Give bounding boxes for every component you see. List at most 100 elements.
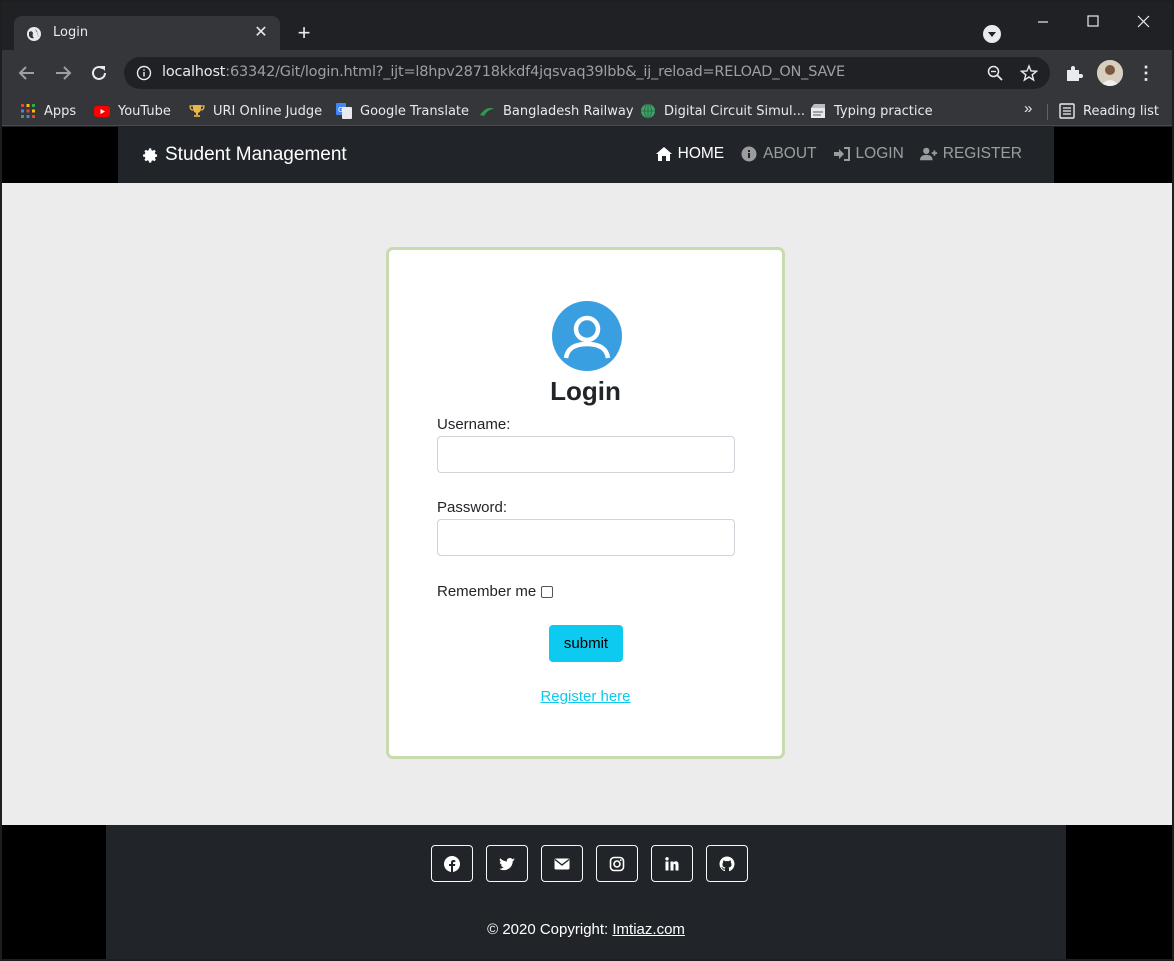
instagram-icon: [609, 856, 625, 871]
linkedin-icon: [665, 856, 679, 870]
submit-button[interactable]: submit: [549, 625, 623, 662]
linkedin-button[interactable]: [651, 845, 693, 882]
password-field[interactable]: [437, 519, 735, 556]
login-card: Login Username: Password: Remember me su…: [386, 247, 785, 759]
facebook-button[interactable]: [431, 845, 473, 882]
puzzle-icon[interactable]: [1064, 63, 1084, 83]
nav-about[interactable]: ABOUT: [740, 145, 817, 163]
bookmark-label: Bangladesh Railway: [503, 103, 634, 119]
address-bar[interactable]: localhost:63342/Git/login.html?_ijt=l8hp…: [124, 57, 1050, 89]
nav-about-label: ABOUT: [763, 145, 817, 162]
reading-list-icon: [1059, 103, 1075, 119]
url-path: :63342/Git/login.html?_ijt=l8hpv28718kkd…: [225, 64, 845, 80]
forward-arrow-icon[interactable]: [52, 62, 74, 84]
back-arrow-icon[interactable]: [16, 62, 38, 84]
close-icon[interactable]: ✕: [252, 24, 270, 42]
username-label: Username:: [437, 416, 511, 433]
typing-icon: [811, 104, 825, 118]
info-icon[interactable]: [136, 65, 152, 81]
nav-home[interactable]: HOME: [655, 145, 725, 163]
page-viewport: Student Management HOME ABOUT LOGIN REGI…: [2, 127, 1172, 959]
navbar: Student Management HOME ABOUT LOGIN REGI…: [118, 127, 1054, 183]
nav-register-label: REGISTER: [942, 145, 1022, 162]
twitter-button[interactable]: [486, 845, 528, 882]
twitter-icon: [499, 857, 515, 870]
nav-login-label: LOGIN: [855, 145, 904, 162]
nav-register[interactable]: REGISTER: [919, 145, 1022, 163]
zoom-icon[interactable]: [986, 64, 1004, 82]
brand-label: Student Management: [165, 144, 347, 165]
gear-icon: [143, 147, 158, 163]
tab-title: Login: [53, 25, 89, 40]
nav-home-label: HOME: [677, 145, 725, 162]
remember-me: Remember me: [437, 583, 554, 600]
page-title: Login: [550, 376, 621, 406]
browser-toolbar: localhost:63342/Git/login.html?_ijt=l8hp…: [2, 50, 1172, 96]
reload-icon[interactable]: [88, 62, 110, 84]
globe-icon: [641, 103, 655, 119]
password-label: Password:: [437, 499, 508, 516]
youtube-icon: [94, 106, 110, 117]
bookmark-label: Google Translate: [360, 103, 470, 119]
copyright-link[interactable]: Imtiaz.com: [612, 921, 685, 938]
bookmark-label: Digital Circuit Simul...: [664, 103, 806, 119]
avatar[interactable]: [1097, 60, 1123, 86]
bookmark-google-translate[interactable]: G Google Translate: [336, 100, 469, 122]
maximize-icon[interactable]: [1084, 12, 1104, 32]
nav-links: HOME ABOUT LOGIN REGISTER: [655, 145, 1022, 163]
minimize-icon[interactable]: [1034, 12, 1054, 32]
bookmark-label: Typing practice: [834, 103, 933, 119]
instagram-button[interactable]: [596, 845, 638, 882]
new-tab-button[interactable]: +: [292, 22, 316, 46]
footer: © 2020 Copyright: Imtiaz.com: [106, 825, 1066, 959]
email-button[interactable]: [541, 845, 583, 882]
social-links: [431, 845, 748, 882]
user-plus-icon: [919, 147, 937, 161]
bookmark-digital-circuit[interactable]: Digital Circuit Simul...: [640, 100, 805, 122]
url-text: localhost:63342/Git/login.html?_ijt=l8hp…: [162, 64, 845, 80]
navbar-wrapper: Student Management HOME ABOUT LOGIN REGI…: [2, 127, 1172, 183]
bookmark-bangladesh-railway[interactable]: Bangladesh Railway: [479, 100, 634, 122]
info-icon: [741, 146, 757, 162]
copyright-text: © 2020 Copyright:: [487, 921, 613, 938]
footer-wrapper: © 2020 Copyright: Imtiaz.com: [2, 825, 1172, 959]
reading-list-button[interactable]: Reading list: [1059, 100, 1159, 122]
home-icon: [655, 147, 672, 161]
reading-list-label: Reading list: [1083, 103, 1159, 119]
bookmark-label: Apps: [44, 103, 77, 119]
register-link[interactable]: Register here: [389, 688, 782, 705]
apps-grid-icon: [21, 104, 35, 118]
sign-in-icon: [833, 147, 850, 161]
url-host: localhost: [162, 64, 226, 80]
brand-link[interactable]: Student Management: [142, 144, 347, 166]
svg-text:G: G: [338, 106, 343, 114]
bookmark-typing-practice[interactable]: Typing practice: [810, 100, 933, 122]
user-circle-icon: [552, 301, 622, 371]
railway-icon: [480, 107, 494, 116]
tab-search-button[interactable]: [983, 25, 1001, 43]
envelope-icon: [554, 858, 570, 869]
tab-strip: Login ✕ +: [2, 2, 1172, 50]
more-menu-icon[interactable]: ⋮: [1137, 62, 1155, 84]
bookmark-uri-online-judge[interactable]: URI Online Judge: [189, 100, 322, 122]
more-bookmarks-button[interactable]: »: [1024, 100, 1032, 117]
facebook-icon: [444, 855, 460, 872]
nav-login[interactable]: LOGIN: [833, 145, 904, 163]
profile-photo-icon: [1097, 60, 1123, 86]
tab-login[interactable]: Login ✕: [14, 16, 280, 50]
bookmark-youtube[interactable]: YouTube: [94, 100, 171, 122]
username-field[interactable]: [437, 436, 735, 473]
divider: [1047, 104, 1048, 120]
globe-icon: [27, 27, 41, 41]
copyright: © 2020 Copyright: Imtiaz.com: [106, 921, 1066, 938]
translate-icon: G: [336, 103, 352, 119]
bookmarks-bar: Apps YouTube URI Online Judge G Google T…: [2, 96, 1172, 126]
bookmark-label: URI Online Judge: [213, 103, 323, 119]
bookmark-apps[interactable]: Apps: [20, 100, 76, 122]
close-window-icon[interactable]: [1134, 12, 1154, 32]
remember-me-label: Remember me: [437, 583, 537, 600]
github-button[interactable]: [706, 845, 748, 882]
remember-me-checkbox[interactable]: [541, 585, 554, 598]
star-icon[interactable]: [1020, 64, 1038, 82]
chevron-down-icon: [988, 32, 996, 37]
